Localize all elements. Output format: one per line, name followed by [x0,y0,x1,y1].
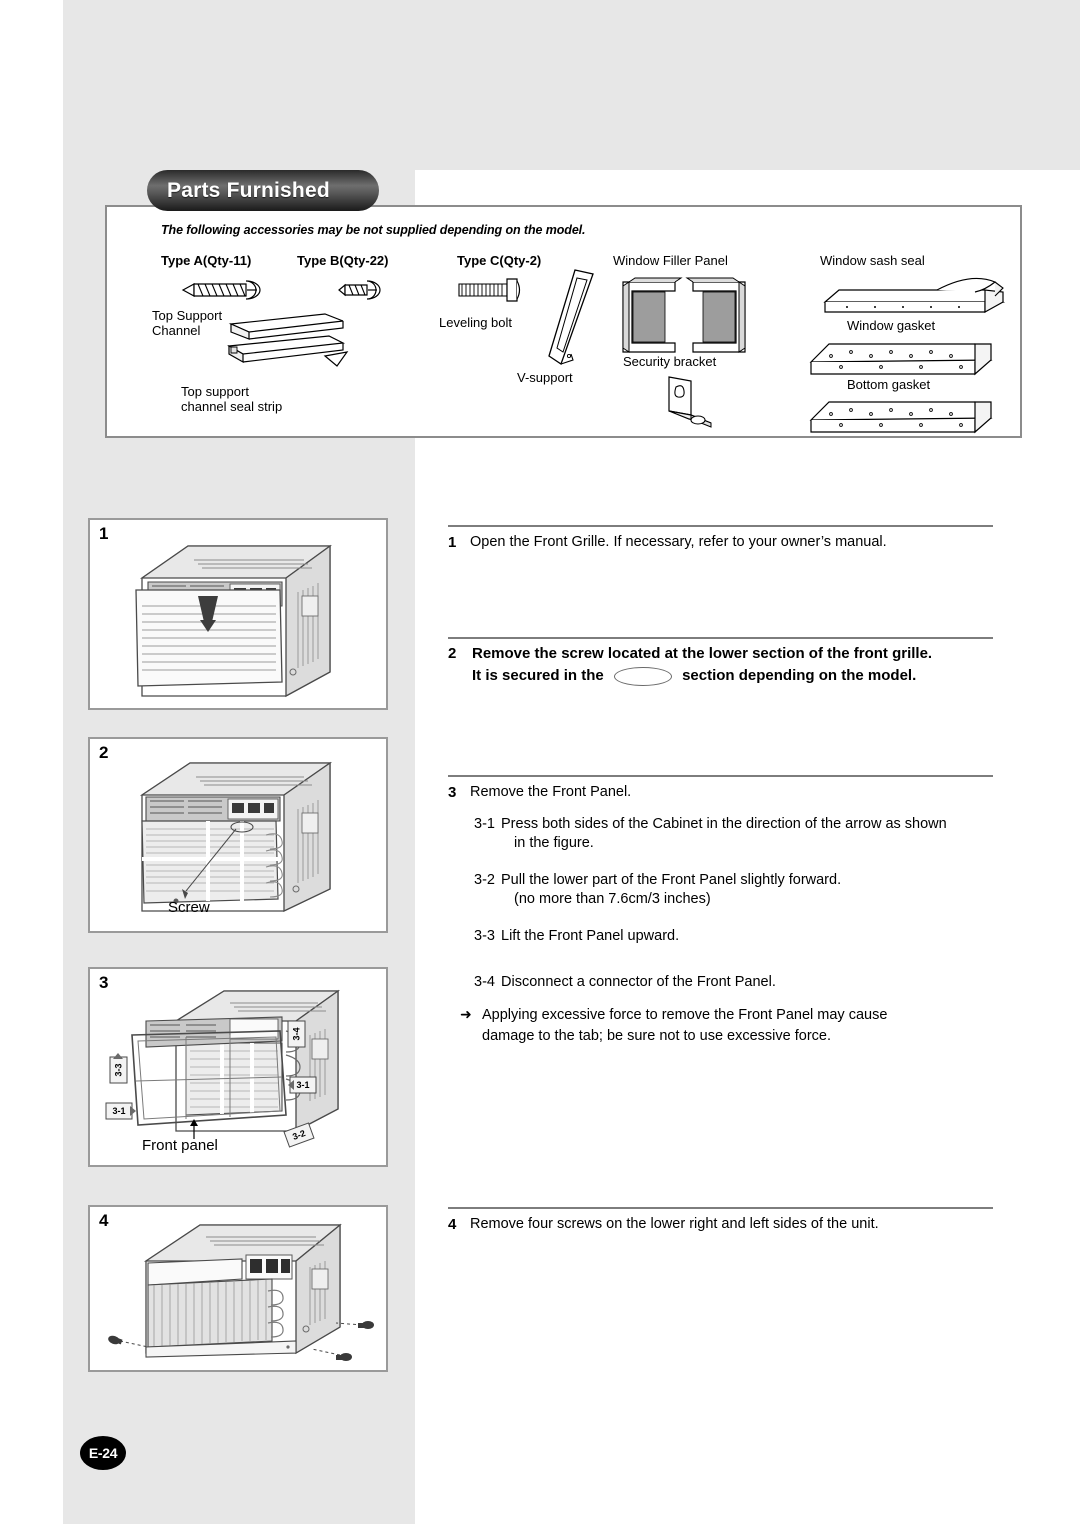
ac-unit-illustration-3: 3-3 3-1 3-2 3-4 3-1 [105,989,341,1148]
instruction-step-4: 4 Remove four screws on the lower right … [448,1215,1008,1234]
step-4-number: 4 [448,1216,457,1233]
warning-line-2: damage to the tab; be sure not to use ex… [482,1028,832,1044]
instruction-step-1: 1 Open the Front Grille. If necessary, r… [448,533,1008,552]
substep-3-2-cont: (no more than 7.6cm/3 inches) [514,891,711,907]
substep-3-3-text: Lift the Front Panel upward. [501,928,680,944]
manual-page: Parts Furnished The following accessorie… [0,0,1080,1524]
svg-text:3-4: 3-4 [292,1027,302,1040]
figure-panel-1: 1 [88,518,388,710]
substep-3-1-text: Press both sides of the Cabinet in the d… [501,816,947,832]
figure-2-screw-label: Screw [168,899,210,916]
step-4-text: Remove four screws on the lower right an… [470,1216,879,1232]
step-2-line-2-part-a: It is secured in the [472,667,604,684]
step-1-text: Open the Front Grille. If necessary, ref… [470,534,887,550]
substep-3-4-text: Disconnect a connector of the Front Pane… [501,974,776,990]
parts-furnished-note: The following accessories may be not sup… [161,223,586,237]
substep-3-4-number: 3-4 [474,974,495,990]
ac-unit-illustration-1 [135,544,332,698]
rule-above-step-2 [448,637,993,639]
substep-3-2-text: Pull the lower part of the Front Panel s… [501,872,842,888]
substep-3-1-cont: in the figure. [514,835,594,851]
rule-above-step-3 [448,775,993,777]
ac-unit-illustration-2 [139,761,333,913]
instruction-step-3: 3 Remove the Front Panel. [448,783,1008,802]
figure-panel-2: 2 Screw [88,737,388,933]
svg-text:3-1: 3-1 [296,1080,309,1090]
parts-heading-type-a: Type A(Qty-11) [161,253,252,268]
type-a-screw-icon [181,280,261,300]
caption-channel: Channel [152,323,201,338]
parts-furnished-title: Parts Furnished [147,170,379,211]
svg-text:3-1: 3-1 [112,1106,125,1116]
substep-3-1-number: 3-1 [474,816,495,832]
svg-text:3-3: 3-3 [114,1063,124,1076]
substep-3-3-number: 3-3 [474,928,495,944]
step-2-line-1: Remove the screw located at the lower se… [472,645,933,662]
instruction-substep-3-2: 3-2 Pull the lower part of the Front Pan… [474,871,1014,909]
instruction-step-2-line2: It is secured in the section depending o… [472,665,1012,687]
substep-3-2-number: 3-2 [474,872,495,888]
ellipse-marker-icon [613,666,672,686]
instruction-substep-3-3: 3-3 Lift the Front Panel upward. [474,927,1014,946]
figure-number-3: 3 [99,973,109,992]
step-2-number: 2 [448,645,457,662]
step-3-text: Remove the Front Panel. [470,784,632,800]
rule-above-step-4 [448,1207,993,1209]
figure-number-4: 4 [99,1211,109,1230]
step-1-number: 1 [448,534,457,551]
instruction-step-2: 2 Remove the screw located at the lower … [448,643,1008,665]
step-3-number: 3 [448,784,457,801]
top-support-channel-icon [227,313,349,367]
caption-top-support-strip-line2: channel seal strip [181,399,283,414]
warning-line-1: Applying excessive force to remove the F… [482,1007,888,1023]
ac-unit-illustration-4 [108,1223,374,1361]
instruction-warning-note: ➜ Applying excessive force to remove the… [460,1005,1020,1047]
caption-top-support-strip-line1: Top support [181,384,249,399]
rule-above-step-1 [448,525,993,527]
page-number-badge: E-24 [80,1436,126,1470]
figure-3-front-panel-label: Front panel [142,1137,218,1154]
figure-panel-3: 3 3-3 3-1 3-2 3-4 3-1 Front panel [88,967,388,1167]
figure-panel-4: 4 [88,1205,388,1372]
instruction-substep-3-4: 3-4 Disconnect a connector of the Front … [474,973,1014,992]
arrow-bullet-icon: ➜ [460,1006,472,1022]
figure-number-1: 1 [99,524,109,543]
type-b-screw-icon [338,280,381,300]
caption-top-support: Top Support [152,308,223,323]
step-2-line-2-part-b: section depending on the model. [682,667,917,684]
instruction-substep-3-1: 3-1 Press both sides of the Cabinet in t… [474,815,1014,853]
parts-heading-type-b: Type B(Qty-22) [297,253,389,268]
figure-number-2: 2 [99,743,109,762]
